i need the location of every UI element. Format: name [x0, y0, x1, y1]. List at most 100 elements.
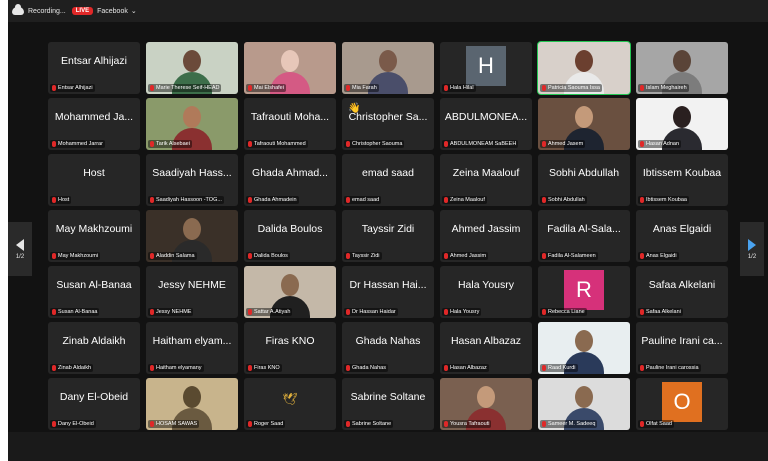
participant-tile[interactable]: Islam Meghaireh — [636, 42, 728, 94]
participant-display-name: Firas KNO — [265, 335, 315, 347]
participant-tile[interactable]: Dany El-Obeid Dany El-Obeid — [48, 378, 140, 430]
participant-name-label: Dalida Boulos — [246, 252, 290, 260]
participant-tile[interactable]: Dalida Boulos Dalida Boulos — [244, 210, 336, 262]
participant-label-text: Ibtissem Koubaa — [646, 197, 687, 203]
participant-tile[interactable]: May Makhzoumi May Makhzoumi — [48, 210, 140, 262]
next-page-button[interactable]: 1/2 — [740, 222, 764, 276]
participant-name-label: Zeina Maalouf — [442, 196, 487, 204]
participant-tile[interactable]: Sobhi Abdullah Sobhi Abdullah — [538, 154, 630, 206]
participant-display-name: Tayssir Zidi — [361, 223, 415, 235]
mic-muted-icon — [640, 141, 644, 147]
participant-label-text: Yousra Tafraouti — [450, 421, 490, 427]
participant-label-text: Mia Farah — [352, 85, 377, 91]
participant-tile[interactable]: Zinab Aldaikh Zinab Aldaikh — [48, 322, 140, 374]
participant-label-text: Dr Hassan Haidar — [352, 309, 396, 315]
mic-muted-icon — [52, 85, 56, 91]
participant-tile[interactable]: Sameer M. Sadeeq — [538, 378, 630, 430]
participant-tile[interactable]: Haitham elyam... Haitham elyamany — [146, 322, 238, 374]
participant-tile[interactable]: Tarik Alsebaei — [146, 98, 238, 150]
participant-tile[interactable]: Aladdin Salama — [146, 210, 238, 262]
participant-label-text: Dany El-Obeid — [58, 421, 94, 427]
participant-tile[interactable]: Zeina Maalouf Zeina Maalouf — [440, 154, 532, 206]
participant-display-name: Susan Al-Banaa — [56, 279, 132, 291]
participant-label-text: Raad Kurdi — [548, 365, 576, 371]
person-head — [183, 50, 201, 72]
participant-tile[interactable]: Fadila Al-Sala... Fadila Al-Salameen — [538, 210, 630, 262]
participant-display-name: Sobhi Abdullah — [548, 167, 620, 179]
participant-tile[interactable]: Tayssir Zidi Tayssir Zidi — [342, 210, 434, 262]
participant-tile[interactable]: Sattar A.Atiyah — [244, 266, 336, 318]
participant-tile[interactable]: Ahmed Jassim Ahmed Jassim — [440, 210, 532, 262]
participant-name-label: Ghada Ahmadein — [246, 196, 299, 204]
mic-muted-icon — [248, 309, 252, 315]
participant-name-label: Sobhi Abdullah — [540, 196, 587, 204]
participant-name-label: Ahmed Jassim — [442, 252, 489, 260]
participant-tile[interactable]: Hasan Adnan — [636, 98, 728, 150]
live-badge[interactable]: LIVE — [71, 7, 94, 15]
participant-tile[interactable]: Tafraouti Moha... Tafraouti Mohammed — [244, 98, 336, 150]
participant-label-text: Rebecca Liane — [548, 309, 585, 315]
participant-tile[interactable]: Host Host — [48, 154, 140, 206]
participant-tile[interactable]: Ibtissem Koubaa Ibtissem Koubaa — [636, 154, 728, 206]
participant-name-label: emad saad — [344, 196, 382, 204]
participant-tile[interactable]: HOSAM SAWAS — [146, 378, 238, 430]
mic-muted-icon — [248, 141, 252, 147]
participant-tile[interactable]: Pauline Irani ca... Pauline Irani carossi… — [636, 322, 728, 374]
mic-muted-icon — [52, 141, 56, 147]
participant-tile[interactable]: Saadiyah Hass... Saadiyah Hassoon -TOG... — [146, 154, 238, 206]
participant-tile[interactable]: Raad Kurdi — [538, 322, 630, 374]
participant-tile[interactable]: Ghada Ahmad... Ghada Ahmadein — [244, 154, 336, 206]
participant-tile[interactable]: Entsar Alhijazi Entsar Alhijazi — [48, 42, 140, 94]
participant-tile[interactable]: Anas Elgaidi Anas Elgaidi — [636, 210, 728, 262]
participant-tile[interactable]: Hasan Albazaz Hasan Albazaz — [440, 322, 532, 374]
participant-label-text: Ahmed Jassim — [450, 253, 487, 259]
mic-muted-icon — [640, 85, 644, 91]
participant-tile[interactable]: Patricia Saouma Issa — [537, 41, 631, 95]
participant-tile[interactable]: Ahmed Jasem — [538, 98, 630, 150]
participant-tile[interactable]: R Rebecca Liane — [538, 266, 630, 318]
participant-tile[interactable]: Mai Elshafei — [244, 42, 336, 94]
participant-tile[interactable]: H Hala Hilal — [440, 42, 532, 94]
participant-tile[interactable]: Susan Al-Banaa Susan Al-Banaa — [48, 266, 140, 318]
person-head — [183, 386, 201, 408]
mic-muted-icon — [248, 253, 252, 259]
participant-tile[interactable]: Hala Yousry Hala Yousry — [440, 266, 532, 318]
person-head — [281, 274, 299, 296]
participant-tile[interactable]: emad saad emad saad — [342, 154, 434, 206]
participant-display-name: Dr Hassan Hai... — [349, 279, 427, 291]
participant-label-text: Hasan Adnan — [646, 141, 680, 147]
participant-tile[interactable]: Firas KNO Firas KNO — [244, 322, 336, 374]
participant-tile[interactable]: Dr Hassan Hai... Dr Hassan Haidar — [342, 266, 434, 318]
participant-tile[interactable]: 👋 Christopher Sa... Christopher Saouma — [342, 98, 434, 150]
mic-muted-icon — [542, 421, 546, 427]
participant-name-label: ABDULMONEAM SaBEEH — [442, 140, 519, 148]
previous-page-button[interactable]: 1/2 — [8, 222, 32, 276]
participant-tile[interactable]: Mia Farah — [342, 42, 434, 94]
participant-tile[interactable]: Mohammed Ja... Mohammed Jarrar — [48, 98, 140, 150]
participant-display-name: Dany El-Obeid — [59, 391, 129, 403]
participant-tile[interactable]: Safaa Alkelani Safaa Alkelani — [636, 266, 728, 318]
participant-name-label: May Makhzoumi — [50, 252, 101, 260]
participant-name-label: Zinab Aldaikh — [50, 364, 94, 372]
participant-label-text: Tarik Alsebaei — [156, 141, 190, 147]
participant-tile[interactable]: O Olfat Saad — [636, 378, 728, 430]
participant-tile[interactable]: Marie Therese Seif-HEAD — [146, 42, 238, 94]
recording-indicator[interactable]: Recording... — [12, 4, 66, 15]
mic-muted-icon — [346, 141, 350, 147]
avatar-initial: H — [466, 46, 506, 86]
participant-name-label: Aladdin Salama — [148, 252, 197, 260]
participant-display-name: Sabrine Soltane — [350, 391, 426, 403]
participant-tile[interactable]: Yousra Tafraouti — [440, 378, 532, 430]
participant-tile[interactable]: ABDULMONEA... ABDULMONEAM SaBEEH — [440, 98, 532, 150]
participant-display-name: Dalida Boulos — [257, 223, 323, 235]
participant-tile[interactable]: Sabrine Soltane Sabrine Soltane — [342, 378, 434, 430]
chevron-down-icon[interactable]: ⌄ — [131, 7, 137, 15]
participant-tile[interactable]: Jessy NEHME Jessy NEHME — [146, 266, 238, 318]
mic-muted-icon — [444, 141, 448, 147]
stream-destination[interactable]: Facebook — [97, 8, 128, 15]
mic-muted-icon — [150, 421, 154, 427]
participant-tile[interactable]: 🕊 Roger Saad — [244, 378, 336, 430]
arrow-left-icon — [16, 238, 24, 251]
participant-tile[interactable]: Ghada Nahas Ghada Nahas — [342, 322, 434, 374]
participant-label-text: Anas Elgaidi — [646, 253, 677, 259]
